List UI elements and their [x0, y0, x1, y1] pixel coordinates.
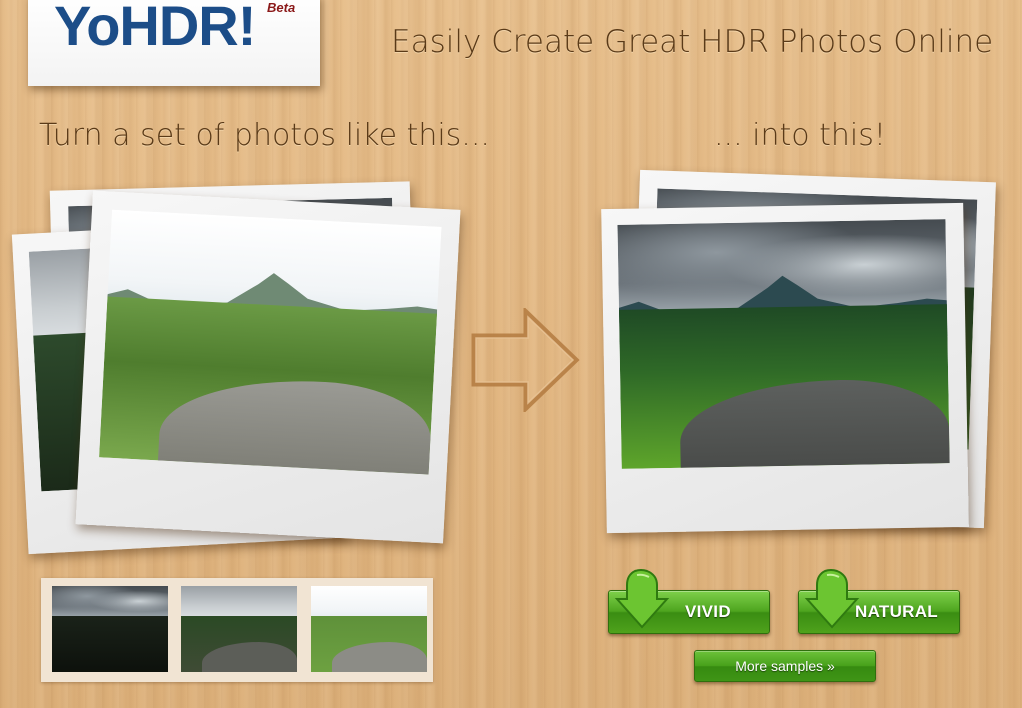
source-thumbnails — [41, 578, 433, 682]
thumbnail-underexposed[interactable] — [52, 586, 168, 672]
beta-badge: Beta — [267, 0, 296, 15]
down-arrow-icon — [804, 569, 860, 629]
vivid-button[interactable]: VIVID — [608, 569, 770, 634]
result-photo-front — [601, 202, 969, 534]
logo[interactable]: YoHDR! Beta — [28, 0, 320, 86]
page-tagline: Easily Create Great HDR Photos Online — [391, 24, 994, 60]
after-heading: ... into this! — [714, 118, 886, 153]
more-samples-button[interactable]: More samples » — [694, 650, 876, 682]
thumbnail-normal[interactable] — [181, 586, 297, 672]
vivid-label: VIVID — [685, 602, 731, 621]
right-arrow-icon — [471, 308, 580, 412]
natural-label: NATURAL — [855, 602, 938, 621]
logo-text: YoHDR! — [54, 0, 256, 57]
natural-button[interactable]: NATURAL — [798, 569, 960, 634]
more-samples-label: More samples » — [735, 658, 835, 674]
thumbnail-overexposed[interactable] — [311, 586, 427, 672]
source-photo-front — [75, 190, 461, 544]
before-heading: Turn a set of photos like this... — [39, 118, 490, 153]
down-arrow-icon — [614, 569, 670, 629]
